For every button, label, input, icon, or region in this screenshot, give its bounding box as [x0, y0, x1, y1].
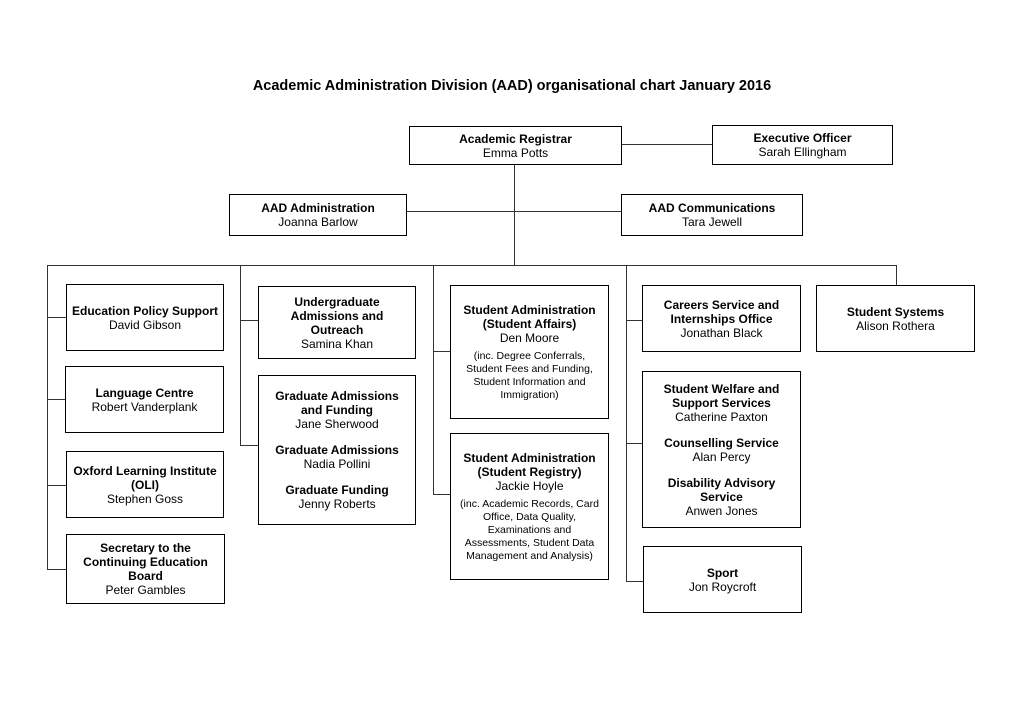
org-box-continuing-education-board: Secretary to the Continuing Education Bo…	[66, 534, 225, 604]
connector-line	[406, 211, 622, 212]
person-name: Joanna Barlow	[278, 215, 358, 229]
connector-line	[626, 265, 627, 581]
unit-title: AAD Communications	[648, 201, 776, 215]
chart-title: Academic Administration Division (AAD) o…	[252, 78, 772, 94]
org-box-education-policy-support: Education Policy Support David Gibson	[66, 284, 224, 351]
unit-title: Careers Service and Internships Office	[663, 297, 780, 326]
person-name: Samina Khan	[300, 336, 374, 351]
connector-line	[896, 265, 897, 285]
org-box-careers-service: Careers Service and Internships Office J…	[642, 285, 801, 352]
unit-title: Oxford Learning Institute (OLI)	[73, 463, 217, 492]
org-box-aad-communications: AAD Communications Tara Jewell	[621, 194, 803, 236]
unit-title: Graduate Admissions	[275, 443, 399, 457]
connector-line	[47, 265, 896, 266]
person-name: Alison Rothera	[856, 318, 935, 333]
person-name: Catherine Paxton	[675, 409, 768, 424]
person-name: Jackie Hoyle	[495, 478, 564, 493]
person-name: Jane Sherwood	[295, 417, 379, 431]
connector-line	[621, 144, 713, 145]
org-box-executive-officer: Executive Officer Sarah Ellingham	[712, 125, 893, 165]
connector-line	[240, 320, 259, 321]
person-name: David Gibson	[108, 317, 182, 332]
org-box-language-centre: Language Centre Robert Vanderplank	[65, 366, 224, 433]
person-name: Tara Jewell	[681, 215, 743, 229]
unit-note: (inc. Degree Conferrals, Student Fees an…	[466, 349, 593, 401]
person-name: Nadia Pollini	[303, 457, 371, 471]
connector-line	[47, 569, 67, 570]
unit-title: Disability Advisory Service	[667, 475, 776, 504]
unit-title: Graduate Admissions and Funding	[275, 389, 399, 417]
person-name: Jonathan Black	[680, 325, 763, 340]
person-name: Jenny Roberts	[298, 497, 376, 511]
connector-line	[626, 320, 643, 321]
org-box-student-systems: Student Systems Alison Rothera	[816, 285, 975, 352]
unit-title: AAD Administration	[261, 201, 375, 215]
org-box-aad-administration: AAD Administration Joanna Barlow	[229, 194, 407, 236]
unit-title: Academic Registrar	[459, 131, 572, 146]
connector-line	[47, 485, 67, 486]
org-box-undergraduate-admissions: Undergraduate Admissions and Outreach Sa…	[258, 286, 416, 359]
connector-line	[47, 265, 48, 569]
unit-title: Student Welfare and Support Services	[663, 381, 780, 410]
person-name: Robert Vanderplank	[91, 399, 198, 414]
connector-line	[433, 494, 451, 495]
unit-title: Student Administration (Student Registry…	[463, 450, 596, 479]
unit-title: Language Centre	[95, 385, 194, 400]
unit-title: Student Administration (Student Affairs)	[463, 302, 596, 331]
unit-title: Graduate Funding	[285, 483, 389, 497]
connector-line	[433, 351, 451, 352]
org-box-student-affairs: Student Administration (Student Affairs)…	[450, 285, 609, 419]
unit-title: Secretary to the Continuing Education Bo…	[83, 541, 208, 583]
person-name: Jon Roycroft	[688, 579, 757, 594]
connector-line	[433, 265, 434, 495]
unit-title: Undergraduate Admissions and Outreach	[290, 294, 384, 337]
connector-line	[514, 164, 515, 265]
connector-line	[626, 581, 643, 582]
org-box-oxford-learning-institute: Oxford Learning Institute (OLI) Stephen …	[66, 451, 224, 518]
person-name: Anwen Jones	[685, 503, 758, 518]
person-name: Emma Potts	[482, 145, 549, 160]
person-name: Den Moore	[499, 330, 560, 345]
connector-line	[240, 445, 259, 446]
org-box-student-registry: Student Administration (Student Registry…	[450, 433, 609, 580]
connector-line	[240, 265, 241, 445]
org-box-sport: Sport Jon Roycroft	[643, 546, 802, 613]
unit-title: Counselling Service	[664, 435, 779, 450]
unit-title: Education Policy Support	[71, 303, 218, 318]
unit-title: Student Systems	[846, 304, 945, 319]
org-box-graduate-admissions-and-funding: Graduate Admissions and Funding Jane She…	[258, 375, 416, 525]
person-name: Stephen Goss	[106, 491, 184, 506]
unit-title: Sport	[706, 565, 739, 580]
connector-line	[47, 317, 67, 318]
connector-line	[47, 399, 67, 400]
person-name: Sarah Ellingham	[758, 145, 847, 159]
org-box-academic-registrar: Academic Registrar Emma Potts	[409, 126, 622, 165]
person-name: Alan Percy	[692, 449, 751, 464]
unit-title: Executive Officer	[753, 131, 852, 145]
org-box-student-welfare: Student Welfare and Support Services Cat…	[642, 371, 801, 528]
unit-note: (inc. Academic Records, Card Office, Dat…	[460, 497, 599, 562]
person-name: Peter Gambles	[105, 583, 186, 597]
connector-line	[626, 443, 643, 444]
